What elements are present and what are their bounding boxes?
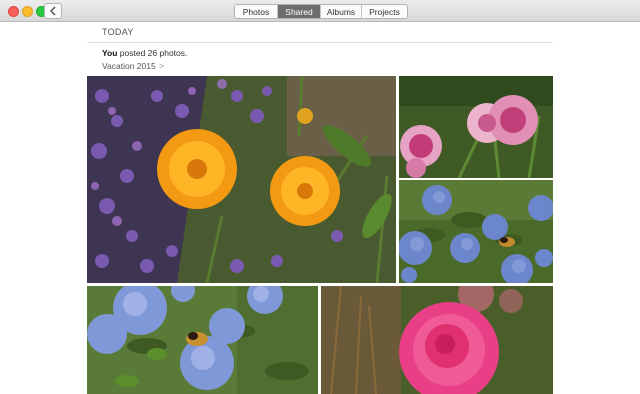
- photo-thumbnail-rose[interactable]: [321, 286, 553, 394]
- photo-thumbnail-ceanothus-bee[interactable]: [399, 180, 553, 283]
- view-tabs: Photos Shared Albums Projects: [234, 4, 408, 19]
- activity-user: You: [102, 48, 118, 58]
- title-bar: Photos Shared Albums Projects: [0, 0, 640, 22]
- section-title: TODAY: [102, 27, 134, 37]
- section-divider: [87, 42, 553, 43]
- back-button[interactable]: [44, 3, 62, 19]
- photos-window: Photos Shared Albums Projects TODAY You …: [0, 0, 640, 394]
- photo-thumbnail-calendula[interactable]: [87, 76, 396, 283]
- tab-shared[interactable]: Shared: [278, 5, 321, 18]
- activity-text: You posted 26 photos.: [102, 48, 187, 58]
- album-link[interactable]: Vacation 2015 >: [102, 61, 164, 71]
- chevron-left-icon: [49, 6, 56, 16]
- tab-photos[interactable]: Photos: [235, 5, 278, 18]
- photo-thumbnail-ceanothus-closeup[interactable]: [87, 286, 318, 394]
- photo-thumbnail-carnations[interactable]: [399, 76, 553, 178]
- tab-projects[interactable]: Projects: [362, 5, 407, 18]
- chevron-right-icon: >: [158, 61, 164, 71]
- album-name: Vacation 2015: [102, 61, 156, 71]
- close-window-button[interactable]: [8, 6, 19, 17]
- minimize-window-button[interactable]: [22, 6, 33, 17]
- activity-description: posted 26 photos.: [117, 48, 188, 58]
- tab-albums[interactable]: Albums: [321, 5, 362, 18]
